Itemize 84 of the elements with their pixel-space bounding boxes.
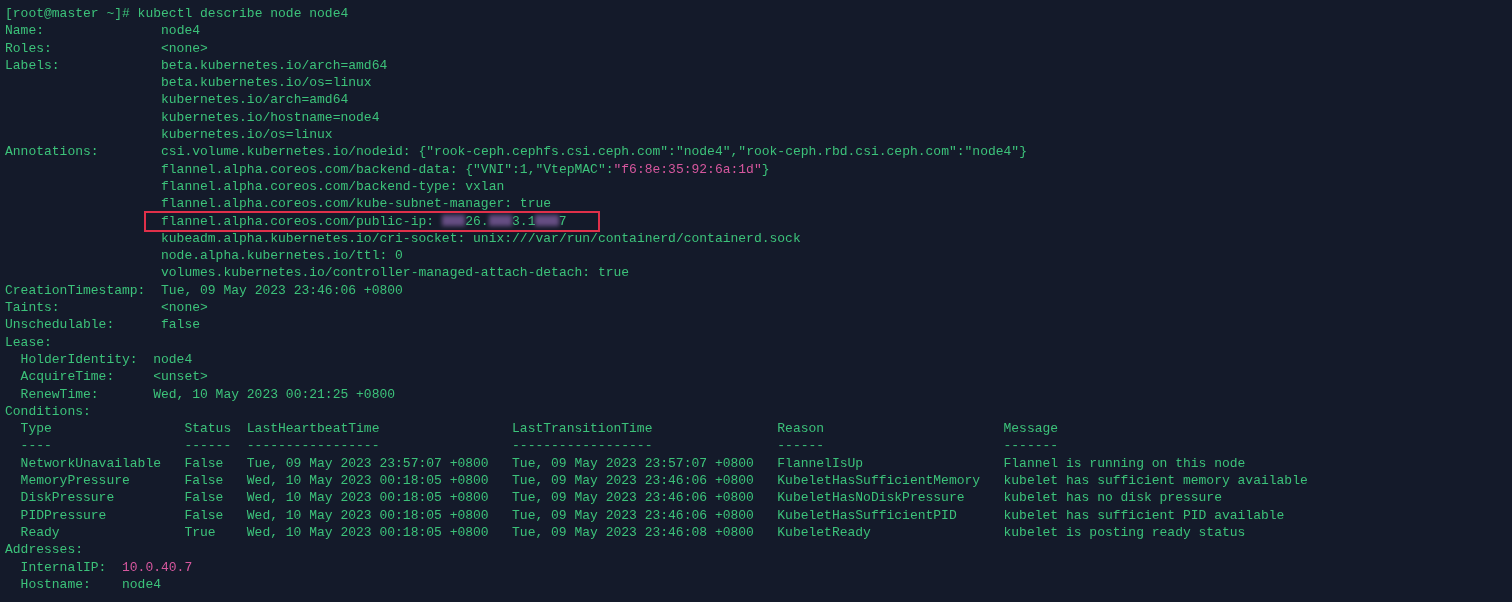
- table-cell: Wed, 10 May 2023 00:18:05 +0800: [246, 524, 489, 540]
- field-value: <unset>: [153, 368, 208, 386]
- table-cell: False: [184, 473, 224, 488]
- table-cell: KubeletHasSufficientMemory: [777, 473, 981, 488]
- table-cell: Wed, 10 May 2023 00:18:05 +0800: [246, 473, 489, 488]
- column-header: Message: [1003, 421, 1059, 437]
- table-cell: Ready: [20, 524, 60, 540]
- annotation-value: beta.kubernetes.io/arch=amd64: [161, 56, 388, 75]
- table-cell: True: [184, 524, 216, 540]
- table-cell: KubeletHasNoDiskPressure: [777, 490, 965, 506]
- field-key: Hostname:: [20, 576, 91, 592]
- table-cell: False: [184, 490, 224, 506]
- section-heading: Conditions:: [5, 402, 91, 421]
- table-cell: kubelet has sufficient PID available: [1003, 507, 1285, 523]
- command-prompt: [root@master ~]# kubectl describe node node4: [5, 5, 349, 23]
- table-cell: Flannel is running on this node: [1003, 455, 1246, 471]
- table-cell: False: [184, 455, 224, 471]
- annotation-value: <none>: [161, 39, 208, 57]
- table-cell: KubeletReady: [777, 524, 871, 540]
- column-header: Reason: [777, 421, 825, 437]
- field-value: Wed, 10 May 2023 00:21:25 +0800: [153, 385, 396, 403]
- annotation-value: flannel.alpha.coreos.com/public-ip: 26. 3.1 7: [161, 212, 567, 230]
- annotation-value: kubernetes.io/os=linux: [161, 126, 333, 144]
- table-cell: kubelet is posting ready status: [1003, 524, 1246, 540]
- field-key: InternalIP:: [20, 559, 107, 575]
- field-key: HolderIdentity:: [20, 351, 138, 367]
- column-header: Type: [20, 421, 52, 437]
- table-cell: Tue, 09 May 2023 23:46:08 +0800: [512, 524, 754, 540]
- annotation-value: <none>: [161, 299, 208, 317]
- field-key: Name:: [5, 22, 44, 40]
- table-cell: Wed, 10 May 2023 00:18:05 +0800: [246, 490, 489, 506]
- field-key: CreationTimestamp:: [5, 281, 146, 300]
- field-key: Roles:: [5, 39, 52, 57]
- table-cell: KubeletHasSufficientPID: [777, 507, 957, 523]
- annotation-value: kubernetes.io/arch=amd64: [161, 91, 349, 109]
- field-key: AcquireTime:: [20, 369, 115, 385]
- table-cell: MemoryPressure: [20, 473, 130, 488]
- header-underline: -------: [1003, 438, 1059, 454]
- header-underline: ------: [777, 438, 825, 454]
- annotation-value: node.alpha.kubernetes.io/ttl: 0: [161, 247, 403, 265]
- column-header: LastTransitionTime: [512, 421, 653, 437]
- header-underline: ----: [20, 438, 52, 454]
- table-cell: FlannelIsUp: [777, 455, 864, 471]
- annotation-value: flannel.alpha.coreos.com/backend-data: {"VNI":1,"VtepMAC":"f6:8e:35:92:6a:1d"}: [161, 160, 770, 178]
- column-header: Status: [184, 421, 232, 437]
- table-cell: kubelet has sufficient memory available: [1003, 473, 1308, 488]
- column-header: LastHeartbeatTime: [246, 421, 380, 437]
- section-heading: Lease:: [5, 333, 52, 351]
- table-cell: NetworkUnavailable: [20, 455, 162, 471]
- annotation-value: Tue, 09 May 2023 23:46:06 +0800: [161, 281, 403, 300]
- field-value: node4: [122, 575, 161, 594]
- header-underline: ------: [184, 438, 232, 454]
- redaction-blur: [535, 214, 559, 226]
- annotation-value: node4: [161, 22, 201, 40]
- header-underline: -----------------: [246, 438, 380, 454]
- annotation-value: flannel.alpha.coreos.com/kube-subnet-manager: true: [161, 195, 552, 213]
- annotation-value: kubernetes.io/hostname=node4: [161, 108, 380, 127]
- table-cell: Tue, 09 May 2023 23:46:06 +0800: [512, 473, 754, 488]
- field-key: Unschedulable:: [5, 316, 115, 334]
- annotation-value: flannel.alpha.coreos.com/backend-type: vxlan: [161, 177, 505, 196]
- redaction-blur: [488, 214, 513, 226]
- table-cell: kubelet has no disk pressure: [1003, 490, 1222, 506]
- annotation-value: beta.kubernetes.io/os=linux: [161, 74, 372, 92]
- field-key: Annotations:: [5, 143, 99, 161]
- table-cell: False: [184, 507, 224, 523]
- annotation-value: kubeadm.alpha.kubernetes.io/cri-socket: unix:///var/run/containerd/containerd.sock: [161, 229, 801, 248]
- table-cell: Tue, 09 May 2023 23:46:06 +0800: [512, 490, 754, 506]
- table-cell: PIDPressure: [20, 507, 107, 523]
- field-key: RenewTime:: [20, 386, 99, 402]
- redaction-blur: [441, 214, 466, 226]
- table-cell: DiskPressure: [20, 490, 115, 506]
- field-key: Labels:: [5, 56, 60, 75]
- annotation-value: false: [161, 316, 201, 334]
- table-cell: Tue, 09 May 2023 23:57:07 +0800: [512, 455, 754, 471]
- table-cell: Wed, 10 May 2023 00:18:05 +0800: [246, 507, 489, 523]
- table-cell: Tue, 09 May 2023 23:46:06 +0800: [512, 507, 754, 523]
- annotation-value: csi.volume.kubernetes.io/nodeid: {"rook-ceph.cephfs.csi.ceph.com":"node4","rook-ceph.rbd.csi.ceph.com":"node4"}: [161, 143, 1027, 161]
- field-key: Taints:: [5, 299, 60, 317]
- field-value: 10.0.40.7: [122, 558, 193, 576]
- header-underline: ------------------: [512, 438, 653, 454]
- field-value: node4: [153, 350, 193, 369]
- annotation-value: volumes.kubernetes.io/controller-managed-attach-detach: true: [161, 264, 630, 282]
- section-heading: Addresses:: [5, 541, 83, 559]
- table-cell: Tue, 09 May 2023 23:57:07 +0800: [246, 455, 489, 471]
